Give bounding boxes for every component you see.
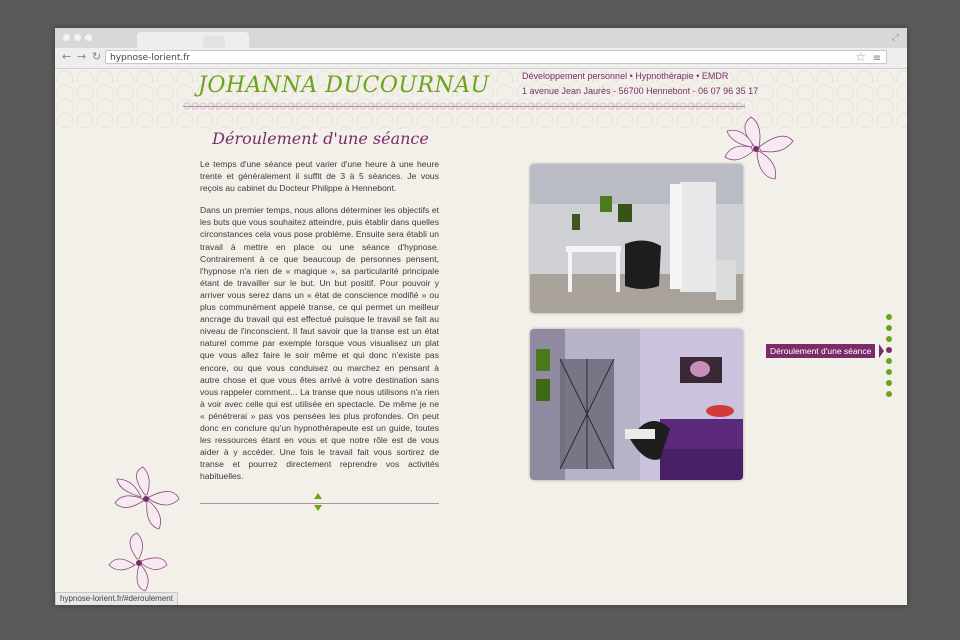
address-bar[interactable]: hypnose-lorient.fr ☆ ≡ xyxy=(105,50,887,64)
side-nav-dot[interactable] xyxy=(886,391,892,397)
site-title[interactable]: JOHANNA DUCOURNAU xyxy=(198,73,490,98)
paragraph-2: Dans un premier temps, nous allons déter… xyxy=(200,205,439,482)
content-divider xyxy=(200,503,439,504)
side-nav-dot[interactable] xyxy=(886,336,892,342)
reload-icon[interactable]: ↻ xyxy=(92,50,101,63)
flower-icon xyxy=(108,466,180,592)
side-nav-label-pointer xyxy=(879,344,884,358)
minimize-window-button[interactable] xyxy=(74,34,81,41)
flower-icon xyxy=(724,116,794,180)
side-nav-dot[interactable] xyxy=(886,358,892,364)
office-photo-desk-image xyxy=(530,164,743,313)
arrow-up-icon[interactable] xyxy=(314,493,322,499)
section-title: Déroulement d'une séance xyxy=(212,129,429,148)
browser-tab-active[interactable] xyxy=(137,32,249,48)
arrow-down-icon[interactable] xyxy=(314,505,322,511)
office-photo-desk xyxy=(530,164,743,313)
web-page: JOHANNA DUCOURNAU Développement personne… xyxy=(55,69,907,605)
browser-titlebar: ⤢ xyxy=(55,28,907,48)
side-nav-dot-active[interactable] xyxy=(886,347,892,353)
fullscreen-icon[interactable]: ⤢ xyxy=(892,33,899,43)
menu-icon[interactable]: ≡ xyxy=(873,52,881,66)
browser-window: ⤢ ← → ↻ hypnose-lorient.fr ☆ ≡ JOHANNA D… xyxy=(55,28,907,605)
side-nav-dot[interactable] xyxy=(886,314,892,320)
back-arrow-icon[interactable]: ← xyxy=(62,50,71,63)
maximize-window-button[interactable] xyxy=(85,34,92,41)
side-nav-dot[interactable] xyxy=(886,369,892,375)
tagline: Développement personnel • Hypnothérapie … xyxy=(522,71,729,81)
browser-toolbar: ← → ↻ hypnose-lorient.fr ☆ ≡ xyxy=(55,48,907,69)
side-nav-dots xyxy=(886,314,894,402)
side-nav-active-label[interactable]: Déroulement d'une séance xyxy=(766,344,876,358)
forward-arrow-icon[interactable]: → xyxy=(77,50,86,63)
status-bar-url: hypnose-lorient.fr/#deroulement xyxy=(55,592,178,605)
office-photo-lounge xyxy=(530,329,743,480)
paragraph-1: Le temps d'une séance peut varier d'une … xyxy=(200,159,439,194)
header-divider xyxy=(183,106,745,107)
side-nav-dot[interactable] xyxy=(886,380,892,386)
window-controls xyxy=(63,34,92,41)
section-content: Le temps d'une séance peut varier d'une … xyxy=(200,158,439,492)
new-tab-button[interactable] xyxy=(203,36,225,48)
address-bar-text: hypnose-lorient.fr xyxy=(110,53,191,63)
star-icon[interactable]: ☆ xyxy=(855,50,866,64)
contact-address: 1 avenue Jean Jaurès - 56700 Hennebont -… xyxy=(522,86,759,96)
office-photo-lounge-image xyxy=(530,329,743,480)
close-window-button[interactable] xyxy=(63,34,70,41)
side-nav-dot[interactable] xyxy=(886,325,892,331)
